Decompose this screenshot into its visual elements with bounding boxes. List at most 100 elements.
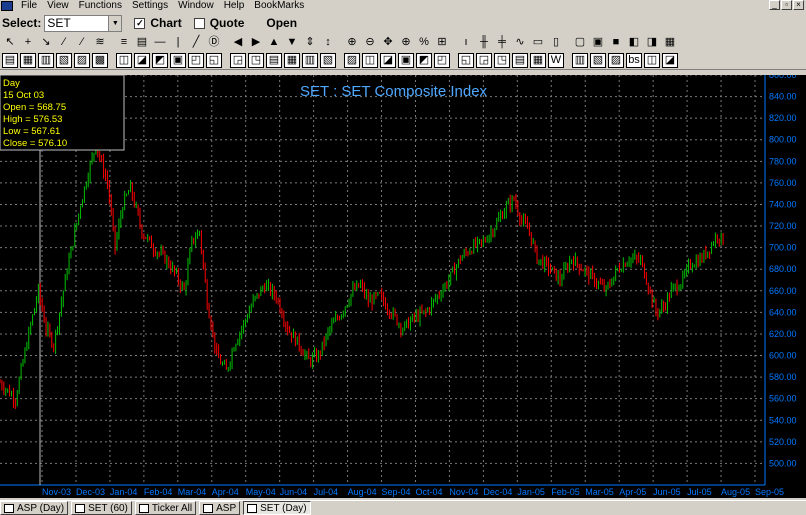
ind-tool-17-icon[interactable]: ▧ [320,53,336,68]
draw-tool-33-icon[interactable]: ◧ [626,35,642,50]
ind-tool-33-icon[interactable]: bs [626,53,642,68]
draw-tool-13-icon[interactable]: ▶ [248,35,264,50]
ind-tool-26-icon[interactable]: ◳ [494,53,510,68]
taskbar-window-4[interactable]: SET (Day) [243,501,311,515]
draw-tool-24-icon[interactable]: ı [458,35,474,50]
menu-help[interactable]: Help [219,0,250,12]
ohlc-high: High = 576.53 [3,114,62,125]
ind-tool-0-icon[interactable]: ▤ [2,53,18,68]
ind-tool-34-icon[interactable]: ◫ [644,53,660,68]
draw-tool-9-icon[interactable]: | [170,35,186,50]
ind-tool-25-icon[interactable]: ◲ [476,53,492,68]
menu-bookmarks[interactable]: BookMarks [249,0,309,12]
ind-tool-2-icon[interactable]: ▥ [38,53,54,68]
draw-tool-19-icon[interactable]: ⊖ [362,35,378,50]
draw-tool-32-icon[interactable]: ■ [608,35,624,50]
draw-tool-30-icon[interactable]: ▢ [572,35,588,50]
ind-tool-5-icon[interactable]: ▩ [92,53,108,68]
ind-tool-3-icon[interactable]: ▧ [56,53,72,68]
ind-tool-32-icon[interactable]: ▨ [608,53,624,68]
draw-tool-1-icon[interactable]: + [20,35,36,50]
draw-tool-21-icon[interactable]: ⊕ [398,35,414,50]
draw-tool-5-icon[interactable]: ≋ [92,35,108,50]
ind-tool-15-icon[interactable]: ▦ [284,53,300,68]
draw-tool-4-icon[interactable]: ⁄ [74,35,90,50]
ind-tool-4-icon[interactable]: ▨ [74,53,90,68]
chevron-down-icon[interactable]: ▼ [108,15,122,31]
ind-tool-29-icon[interactable]: W [548,53,564,68]
close-icon[interactable]: × [793,0,804,10]
ind-tool-20-icon[interactable]: ◪ [380,53,396,68]
x-tick-label: Oct-04 [415,487,442,497]
ind-tool-9-icon[interactable]: ▣ [170,53,186,68]
draw-tool-29-icon[interactable]: ▯ [548,35,564,50]
ind-tool-31-icon[interactable]: ▧ [590,53,606,68]
menu-settings[interactable]: Settings [127,0,173,12]
draw-tool-15-icon[interactable]: ▼ [284,35,300,50]
ind-tool-8-icon[interactable]: ◩ [152,53,168,68]
ind-tool-7-icon[interactable]: ◪ [134,53,150,68]
draw-tool-11-icon[interactable]: Ⓓ [206,35,222,50]
menu-view[interactable]: View [42,0,74,12]
x-tick-label: Sep-04 [382,487,411,497]
quote-checkbox-label: Quote [209,16,245,30]
draw-tool-22-icon[interactable]: % [416,35,432,50]
ohlc-close: Close = 576.10 [3,138,67,149]
chart-checkbox[interactable]: ✓ Chart [134,16,182,30]
draw-tool-23-icon[interactable]: ⊞ [434,35,450,50]
quote-checkbox[interactable]: Quote [193,16,245,30]
draw-tool-8-icon[interactable]: — [152,35,168,50]
ind-tool-16-icon[interactable]: ▥ [302,53,318,68]
symbol-select[interactable]: SET ▼ [44,14,123,32]
taskbar-window-1[interactable]: SET (60) [71,501,132,515]
ind-tool-30-icon[interactable]: ▥ [572,53,588,68]
ind-tool-23-icon[interactable]: ◰ [434,53,450,68]
ind-tool-19-icon[interactable]: ◫ [362,53,378,68]
ind-tool-22-icon[interactable]: ◩ [416,53,432,68]
minimize-icon[interactable]: _ [769,0,780,10]
ind-tool-10-icon[interactable]: ◰ [188,53,204,68]
ind-tool-6-icon[interactable]: ◫ [116,53,132,68]
taskbar-window-2[interactable]: Ticker All [134,501,197,515]
draw-tool-18-icon[interactable]: ⊕ [344,35,360,50]
y-tick-label: 560.00 [769,394,797,404]
draw-tool-31-icon[interactable]: ▣ [590,35,606,50]
draw-tool-6-icon[interactable]: ≡ [116,35,132,50]
menu-functions[interactable]: Functions [74,0,127,12]
ind-tool-14-icon[interactable]: ▤ [266,53,282,68]
ind-tool-18-icon[interactable]: ▨ [344,53,360,68]
draw-tool-17-icon[interactable]: ↕ [320,35,336,50]
draw-tool-34-icon[interactable]: ◨ [644,35,660,50]
draw-tool-14-icon[interactable]: ▲ [266,35,282,50]
menu-window[interactable]: Window [173,0,219,12]
restore-icon[interactable]: ▫ [781,0,792,10]
open-button[interactable]: Open [266,16,297,30]
price-chart[interactable]: 500.00 520.00 540.00 560.00 580.00 600.00 620.… [0,75,806,498]
draw-tool-28-icon[interactable]: ▭ [530,35,546,50]
draw-tool-26-icon[interactable]: ╪ [494,35,510,50]
draw-tool-10-icon[interactable]: ╱ [188,35,204,50]
ind-tool-35-icon[interactable]: ◪ [662,53,678,68]
draw-tool-25-icon[interactable]: ╫ [476,35,492,50]
chart-area[interactable]: 500.00 520.00 540.00 560.00 580.00 600.00 620.… [0,75,806,498]
draw-tool-2-icon[interactable]: ↘ [38,35,54,50]
draw-tool-20-icon[interactable]: ✥ [380,35,396,50]
taskbar-window-3[interactable]: ASP [199,501,241,515]
draw-tool-12-icon[interactable]: ◀ [230,35,246,50]
ind-tool-13-icon[interactable]: ◳ [248,53,264,68]
ind-tool-12-icon[interactable]: ◲ [230,53,246,68]
draw-tool-35-icon[interactable]: ▦ [662,35,678,50]
draw-tool-16-icon[interactable]: ⇕ [302,35,318,50]
ind-tool-28-icon[interactable]: ▦ [530,53,546,68]
menu-file[interactable]: File [16,0,42,12]
draw-tool-7-icon[interactable]: ▤ [134,35,150,50]
ind-tool-21-icon[interactable]: ▣ [398,53,414,68]
ind-tool-11-icon[interactable]: ◱ [206,53,222,68]
ind-tool-27-icon[interactable]: ▤ [512,53,528,68]
taskbar-window-0[interactable]: ASP (Day) [0,501,69,515]
draw-tool-27-icon[interactable]: ∿ [512,35,528,50]
ind-tool-24-icon[interactable]: ◱ [458,53,474,68]
draw-tool-3-icon[interactable]: ∕ [56,35,72,50]
draw-tool-0-icon[interactable]: ↖ [2,35,18,50]
ind-tool-1-icon[interactable]: ▦ [20,53,36,68]
